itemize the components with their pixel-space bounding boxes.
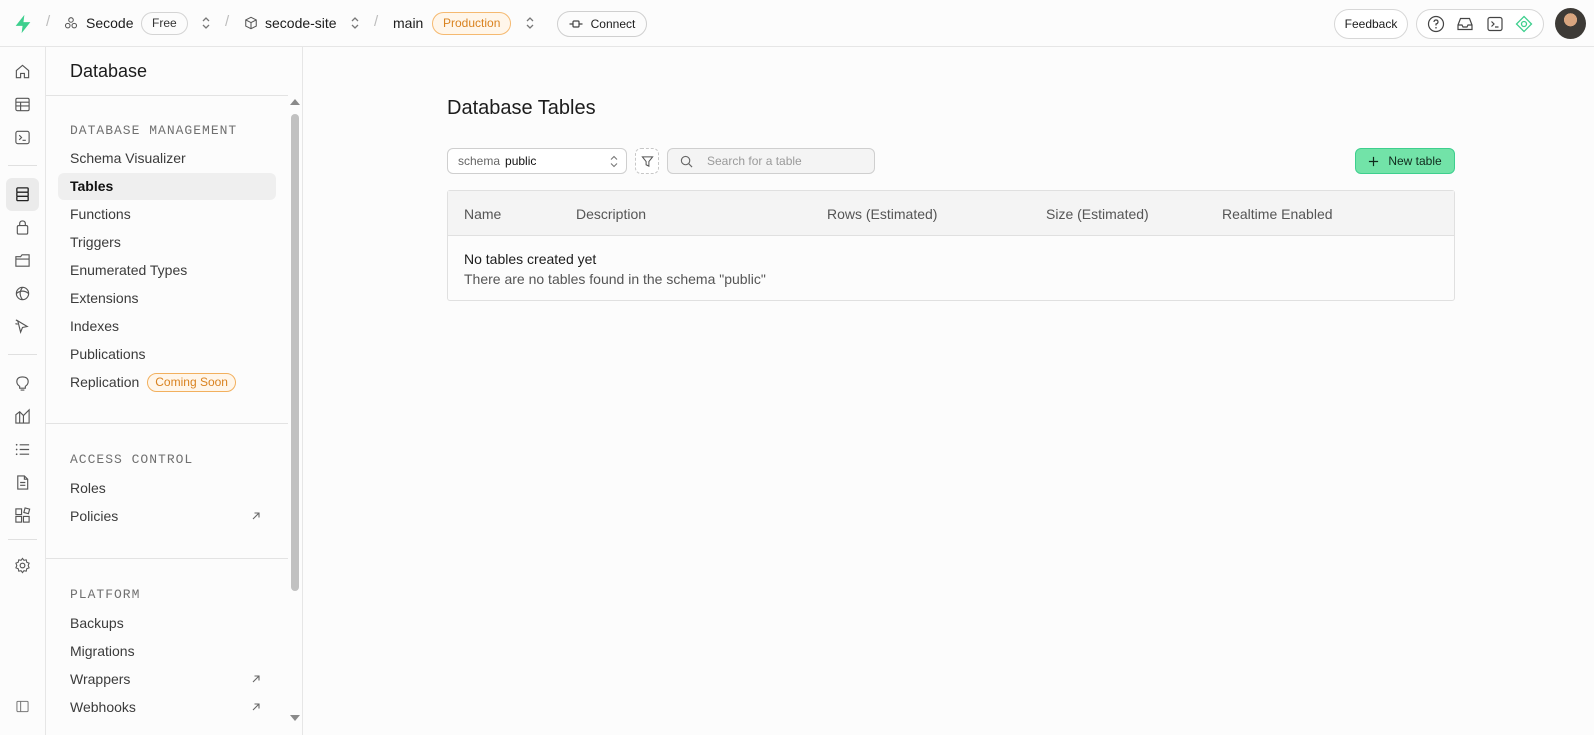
production-badge: Production — [432, 12, 512, 35]
icon-rail — [0, 47, 46, 735]
search-input[interactable] — [707, 154, 857, 168]
page-title: Database Tables — [447, 97, 596, 119]
section-heading-database-management: DATABASE MANAGEMENT — [70, 123, 238, 138]
sidebar-item-webhooks[interactable]: Webhooks — [58, 694, 276, 721]
sidebar-item-extensions[interactable]: Extensions — [58, 285, 276, 312]
section-heading-access-control: ACCESS CONTROL — [70, 452, 194, 467]
external-link-icon — [252, 675, 260, 683]
sidebar-item-tables[interactable]: Tables — [58, 173, 276, 200]
chevrons-updown-icon[interactable] — [523, 15, 537, 31]
chevrons-updown-icon[interactable] — [199, 15, 213, 31]
breadcrumb-separator: / — [374, 13, 379, 30]
api-docs-icon[interactable] — [6, 466, 39, 499]
connect-label: Connect — [590, 17, 636, 31]
connect-button[interactable]: Connect — [557, 11, 647, 37]
avatar[interactable] — [1555, 8, 1586, 39]
table-editor-icon[interactable] — [6, 88, 39, 121]
storage-icon[interactable] — [6, 244, 39, 277]
table-header: Name Description Rows (Estimated) Size (… — [448, 191, 1454, 236]
assistant-icon[interactable] — [1515, 15, 1533, 33]
feedback-button[interactable]: Feedback — [1334, 9, 1408, 39]
sidebar-divider — [46, 558, 288, 559]
scrollbar-thumb[interactable] — [291, 114, 299, 591]
integrations-icon[interactable] — [6, 499, 39, 532]
sidebar-divider — [46, 423, 288, 424]
coming-soon-badge: Coming Soon — [147, 373, 236, 392]
tables-table: Name Description Rows (Estimated) Size (… — [447, 190, 1455, 301]
project-name[interactable]: secode-site — [265, 15, 337, 31]
schema-select-label: schema — [458, 154, 501, 168]
sidebar-item-backups[interactable]: Backups — [58, 610, 276, 637]
sidebar-title: Database — [70, 61, 148, 81]
new-table-label: New table — [1388, 154, 1442, 168]
plan-badge: Free — [141, 12, 188, 35]
inbox-icon[interactable] — [1456, 15, 1474, 33]
sidebar-item-migrations[interactable]: Migrations — [58, 638, 276, 665]
sidebar-item-publications[interactable]: Publications — [58, 341, 276, 368]
logs-icon[interactable] — [6, 433, 39, 466]
branch-name[interactable]: main — [393, 15, 423, 31]
database-icon[interactable] — [6, 178, 39, 211]
search-field[interactable] — [667, 148, 875, 174]
sidebar-item-schema-visualizer[interactable]: Schema Visualizer — [58, 145, 276, 172]
top-bar: / Secode Free / secode-site / main Produ… — [0, 0, 1594, 47]
sidebar-item-triggers[interactable]: Triggers — [58, 229, 276, 256]
sidebar-divider — [46, 95, 288, 96]
empty-state-description: There are no tables found in the schema … — [464, 271, 766, 287]
advisors-icon[interactable] — [6, 367, 39, 400]
sidebar-item-wrappers[interactable]: Wrappers — [58, 666, 276, 693]
section-heading-platform: PLATFORM — [70, 587, 141, 602]
auth-icon[interactable] — [6, 211, 39, 244]
realtime-icon[interactable] — [6, 277, 39, 310]
connect-plug-icon — [569, 20, 583, 28]
sidebar-item-policies[interactable]: Policies — [58, 503, 276, 530]
settings-icon[interactable] — [6, 549, 39, 582]
home-icon[interactable] — [6, 55, 39, 88]
column-header-rows: Rows (Estimated) — [827, 206, 938, 222]
rail-divider — [8, 539, 37, 540]
database-sidebar: Database DATABASE MANAGEMENT Schema Visu… — [46, 47, 303, 735]
sidebar-item-roles[interactable]: Roles — [58, 475, 276, 502]
sql-editor-icon[interactable] — [6, 121, 39, 154]
terminal-icon[interactable] — [1486, 15, 1504, 33]
bolt-logo-icon[interactable] — [12, 13, 34, 35]
project-box-icon — [245, 16, 257, 30]
sidebar-toggle-icon[interactable] — [6, 690, 39, 723]
rail-divider — [8, 165, 37, 166]
sidebar-item-functions[interactable]: Functions — [58, 201, 276, 228]
filter-icon — [640, 155, 654, 167]
scroll-up-arrow[interactable] — [290, 99, 300, 105]
edge-functions-icon[interactable] — [6, 310, 39, 343]
empty-state-title: No tables created yet — [464, 251, 597, 267]
chevrons-updown-icon[interactable] — [348, 15, 362, 31]
column-header-size: Size (Estimated) — [1046, 206, 1149, 222]
topbar-icon-group — [1416, 9, 1544, 39]
sidebar-item-indexes[interactable]: Indexes — [58, 313, 276, 340]
column-header-description: Description — [576, 206, 647, 222]
org-name[interactable]: Secode — [86, 15, 133, 31]
chevrons-updown-icon — [610, 155, 618, 168]
breadcrumb-separator: / — [46, 13, 51, 30]
external-link-icon — [252, 512, 260, 520]
reports-icon[interactable] — [6, 400, 39, 433]
help-icon[interactable] — [1427, 15, 1445, 33]
schema-select[interactable]: schema public — [447, 148, 627, 174]
sidebar-item-replication[interactable]: Replication Coming Soon — [58, 369, 276, 396]
breadcrumb-separator: / — [225, 13, 230, 30]
filter-button[interactable] — [635, 148, 659, 174]
search-icon — [680, 155, 693, 167]
plus-icon — [1369, 156, 1379, 166]
rail-divider — [8, 354, 37, 355]
sidebar-item-enumerated-types[interactable]: Enumerated Types — [58, 257, 276, 284]
org-icon — [64, 17, 78, 29]
schema-select-value: public — [505, 154, 537, 168]
external-link-icon — [252, 703, 260, 711]
column-header-name: Name — [464, 206, 502, 222]
column-header-realtime: Realtime Enabled — [1222, 206, 1333, 222]
new-table-button[interactable]: New table — [1355, 148, 1455, 174]
scroll-down-arrow[interactable] — [290, 715, 300, 721]
